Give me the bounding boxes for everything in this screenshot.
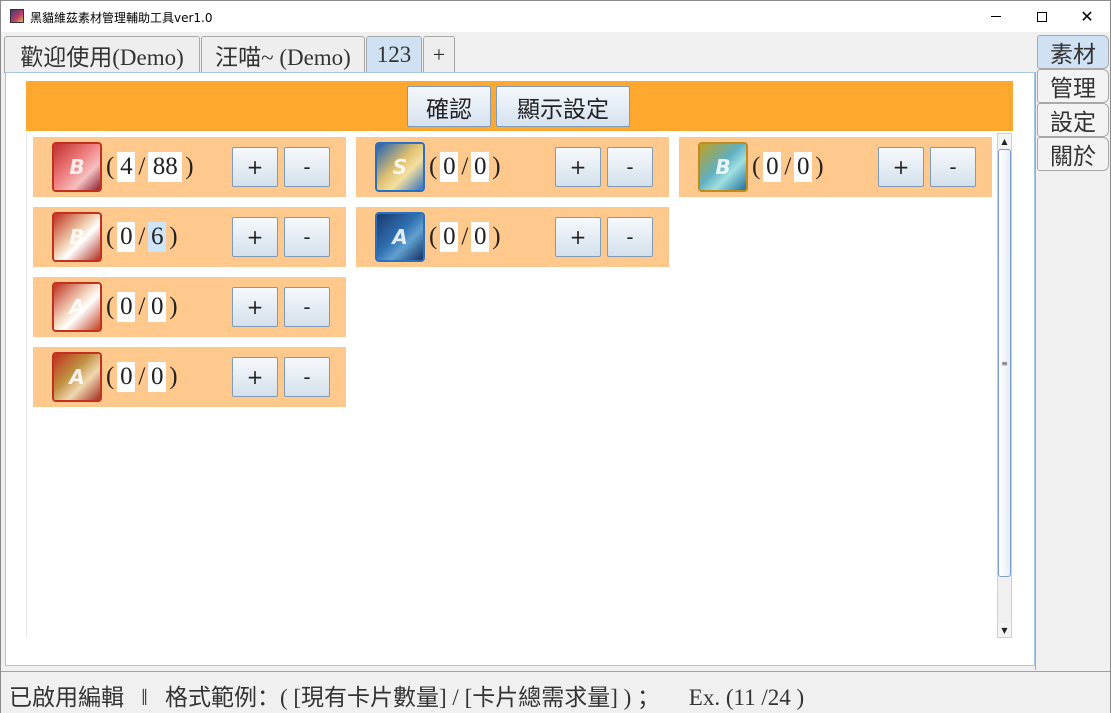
tab-welcome-demo[interactable]: 歡迎使用(Demo) bbox=[4, 36, 200, 73]
material-card: B ( 0 / 6 ) + - bbox=[33, 207, 346, 267]
total-count-field[interactable]: 0 bbox=[794, 152, 813, 182]
window-title: 黑貓維茲素材管理輔助工具ver1.0 bbox=[30, 11, 213, 25]
increment-button[interactable]: + bbox=[232, 287, 278, 327]
material-card: A ( 0 / 0 ) + - bbox=[33, 347, 346, 407]
side-tab-about[interactable]: 關於 bbox=[1037, 137, 1109, 171]
app-window: 黑貓維茲素材管理輔助工具ver1.0 ✕ 歡迎使用(Demo) 汪喵~ (Dem… bbox=[0, 0, 1111, 713]
display-settings-button[interactable]: 顯示設定 bbox=[496, 86, 630, 127]
scroll-up-arrow-icon[interactable]: ▲ bbox=[998, 134, 1011, 148]
current-count-field[interactable]: 4 bbox=[117, 152, 136, 182]
decrement-button[interactable]: - bbox=[284, 287, 330, 327]
title-bar: 黑貓維茲素材管理輔助工具ver1.0 ✕ bbox=[1, 1, 1110, 32]
maximize-icon bbox=[1037, 11, 1047, 22]
decrement-button[interactable]: - bbox=[284, 357, 330, 397]
material-card: B ( 4 / 88 ) + - bbox=[33, 137, 346, 197]
toolbar: 確認 顯示設定 bbox=[26, 81, 1013, 131]
material-card: B ( 0 / 0 ) + - bbox=[679, 137, 992, 197]
decrement-button[interactable]: - bbox=[607, 217, 653, 257]
material-count: ( 0 / 0 ) bbox=[106, 292, 178, 322]
status-text: 已啟用編輯 ǁ 格式範例：( [現有卡片數量] / [卡片總需求量] ) ； E… bbox=[9, 685, 805, 710]
side-tab-settings[interactable]: 設定 bbox=[1037, 103, 1109, 137]
increment-button[interactable]: + bbox=[555, 147, 601, 187]
side-tab-manage[interactable]: 管理 bbox=[1037, 69, 1109, 103]
total-count-field[interactable]: 88 bbox=[148, 152, 183, 182]
current-count-field[interactable]: 0 bbox=[440, 222, 459, 252]
total-count-field[interactable]: 6 bbox=[148, 222, 167, 252]
material-count: ( 0 / 0 ) bbox=[752, 152, 824, 182]
decrement-button[interactable]: - bbox=[607, 147, 653, 187]
red-b-character-icon: B bbox=[52, 142, 102, 192]
red-a-girl-icon: A bbox=[52, 352, 102, 402]
close-button[interactable]: ✕ bbox=[1064, 1, 1110, 32]
content-pane: 確認 顯示設定 B ( 4 / 88 ) + - S (0 / 0) + -… bbox=[5, 72, 1035, 666]
red-b-cat-icon: B bbox=[52, 212, 102, 262]
material-count: ( 0 / 0 ) bbox=[429, 152, 501, 182]
material-grid: B ( 4 / 88 ) + - S ( 0 / 0) + - B (0 /… bbox=[26, 133, 996, 638]
scroll-down-arrow-icon[interactable]: ▼ bbox=[998, 623, 1011, 637]
increment-button[interactable]: + bbox=[878, 147, 924, 187]
decrement-button[interactable]: - bbox=[284, 147, 330, 187]
material-count: ( 4 / 88 ) bbox=[106, 152, 194, 182]
increment-button[interactable]: + bbox=[232, 357, 278, 397]
minimize-button[interactable] bbox=[973, 1, 1019, 32]
increment-button[interactable]: + bbox=[232, 147, 278, 187]
material-card: A ( 0 / 0 ) + - bbox=[356, 207, 669, 267]
current-count-field[interactable]: 0 bbox=[117, 222, 136, 252]
increment-button[interactable]: + bbox=[232, 217, 278, 257]
pane-divider bbox=[1035, 72, 1036, 670]
status-bar: 已啟用編輯 ǁ 格式範例：( [現有卡片數量] / [卡片總需求量] ) ； E… bbox=[1, 671, 1110, 713]
material-count: ( 0 / 0 ) bbox=[429, 222, 501, 252]
tab-woof-meow-demo[interactable]: 汪喵~ (Demo) bbox=[201, 36, 365, 73]
current-count-field[interactable]: 0 bbox=[117, 362, 136, 392]
maximize-button[interactable] bbox=[1019, 1, 1065, 32]
current-count-field[interactable]: 0 bbox=[763, 152, 782, 182]
increment-button[interactable]: + bbox=[555, 217, 601, 257]
vertical-scrollbar[interactable]: ▲ ≡ ▼ bbox=[997, 133, 1012, 638]
blue-a-whale-icon: A bbox=[375, 212, 425, 262]
total-count-field[interactable]: 0 bbox=[148, 362, 167, 392]
decrement-button[interactable]: - bbox=[284, 217, 330, 257]
material-card: A ( 0 / 0 ) + - bbox=[33, 277, 346, 337]
material-card: S ( 0 / 0 ) + - bbox=[356, 137, 669, 197]
total-count-field[interactable]: 0 bbox=[471, 222, 490, 252]
side-tab-materials[interactable]: 素材 bbox=[1037, 35, 1109, 69]
app-icon bbox=[10, 9, 24, 23]
material-count: ( 0 / 0 ) bbox=[106, 362, 178, 392]
scroll-thumb[interactable]: ≡ bbox=[998, 149, 1011, 577]
material-count: ( 0 / 6 ) bbox=[106, 222, 178, 252]
tab-123[interactable]: 123 bbox=[366, 36, 422, 73]
total-count-field[interactable]: 0 bbox=[148, 292, 167, 322]
gold-b-character-icon: B bbox=[698, 142, 748, 192]
blue-s-character-icon: S bbox=[375, 142, 425, 192]
red-a-character-icon: A bbox=[52, 282, 102, 332]
current-count-field[interactable]: 0 bbox=[440, 152, 459, 182]
confirm-button[interactable]: 確認 bbox=[407, 86, 491, 127]
add-tab-button[interactable]: + bbox=[423, 36, 455, 73]
minimize-icon bbox=[991, 16, 1001, 17]
total-count-field[interactable]: 0 bbox=[471, 152, 490, 182]
decrement-button[interactable]: - bbox=[930, 147, 976, 187]
current-count-field[interactable]: 0 bbox=[117, 292, 136, 322]
